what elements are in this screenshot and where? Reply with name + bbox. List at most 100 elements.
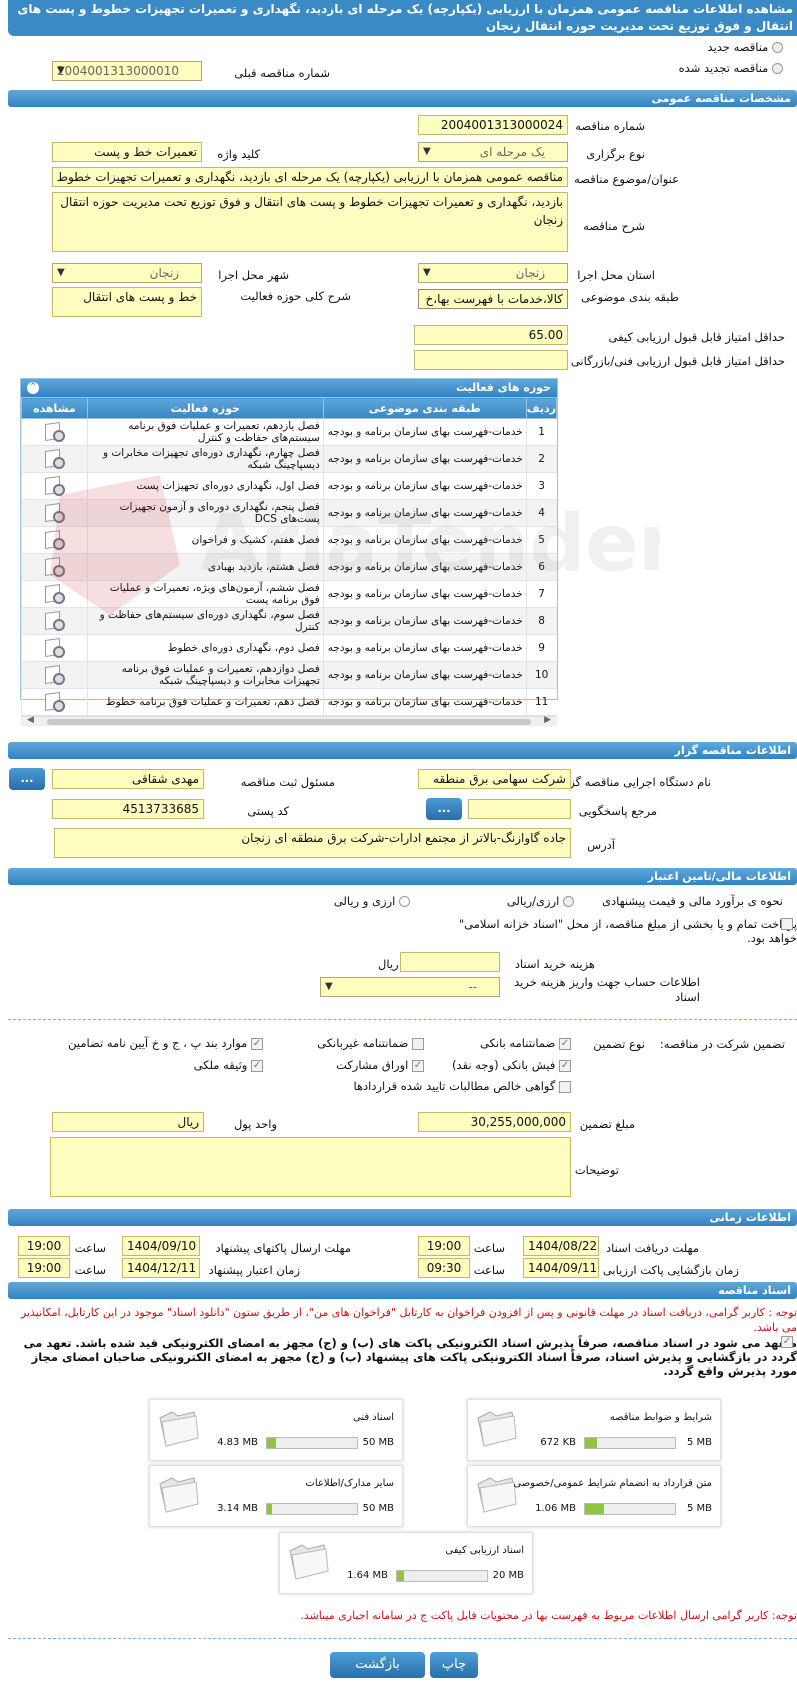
- opt-rial[interactable]: ارزی/ریالی: [507, 894, 574, 908]
- document-name: شرایط و ضوابط مناقصه: [609, 1412, 712, 1423]
- responsible-lookup-button[interactable]: ...: [9, 768, 45, 790]
- document-max-size: 20 MB: [492, 1570, 524, 1581]
- valid-time-field[interactable]: 19:00: [18, 1258, 70, 1278]
- min-tech-field[interactable]: [414, 350, 568, 370]
- table-row: 9 خدمات-فهرست بهای سازمان برنامه و بودجه ف…: [21, 634, 557, 662]
- category-field[interactable]: کالا،خدمات با فهرست بها،خ: [418, 289, 568, 309]
- submit-time-field[interactable]: 19:00: [18, 1236, 70, 1256]
- renewed-tender-option[interactable]: مناقصه تجدید شده: [679, 61, 783, 75]
- row-number: 5: [525, 526, 557, 554]
- scroll-right-icon[interactable]: ▶: [544, 715, 551, 725]
- org-field[interactable]: شرکت سهامی برق منطقه: [418, 769, 571, 789]
- radio-icon: [772, 63, 783, 74]
- document-size: 1.06 MB: [535, 1503, 576, 1514]
- row-field: فصل یازدهم، تعمیرات و عملیات فوق برنامه …: [86, 418, 324, 446]
- scroll-thumb[interactable]: [47, 719, 531, 725]
- g-article: ✓ موارد بند پ ، ج و خ آیین نامه تضامین: [68, 1036, 263, 1050]
- new-tender-option[interactable]: مناقصه جدید: [708, 40, 783, 54]
- notes-field[interactable]: [50, 1137, 571, 1197]
- row-number: 8: [525, 607, 557, 635]
- keyword-field[interactable]: تعمیرات خط و پست: [52, 142, 202, 162]
- magnifier-icon: [43, 530, 66, 550]
- chevron-down-icon: ▼: [423, 267, 431, 278]
- reference-field[interactable]: [468, 799, 571, 819]
- document-size: 1.64 MB: [347, 1570, 388, 1581]
- open-date-field[interactable]: 1404/09/11: [523, 1258, 599, 1278]
- document-card[interactable]: اسناد ارزیابی کیفی 20 MB 1.64 MB: [279, 1532, 533, 1594]
- horizontal-scrollbar[interactable]: ◀ ▶: [21, 715, 557, 726]
- account-select[interactable]: ▼ --: [320, 977, 500, 997]
- prev-number-select[interactable]: ▼ 2004001313000010: [52, 61, 202, 81]
- row-number: 7: [525, 580, 557, 608]
- row-category: خدمات-فهرست بهای سازمان برنامه و بودجه: [322, 526, 527, 554]
- view-button[interactable]: [21, 445, 88, 473]
- table-row: 7 خدمات-فهرست بهای سازمان برنامه و بودجه ف…: [21, 580, 557, 608]
- reference-lookup-button[interactable]: ...: [426, 798, 462, 820]
- folder-icon: [477, 1411, 517, 1447]
- view-button[interactable]: [21, 526, 88, 554]
- responsible-field[interactable]: مهدی شقاقی: [52, 769, 204, 789]
- document-card[interactable]: سایر مدارک/اطلاعات 50 MB 3.14 MB: [149, 1465, 403, 1527]
- view-button[interactable]: [21, 634, 88, 662]
- folder-icon: [477, 1477, 517, 1513]
- desc-field[interactable]: بازدید، نگهداری و تعمیرات تجهیزات خطوط و…: [52, 192, 568, 252]
- print-button[interactable]: چاپ: [430, 1652, 478, 1678]
- currency-field[interactable]: ریال: [52, 1112, 204, 1132]
- upload-progress-bar: [584, 1503, 676, 1515]
- checkbox-checked-icon: ✓: [781, 1336, 793, 1348]
- treasury-text: پرداخت تمام و یا بخشی از مبلغ مناقصه، از…: [458, 917, 797, 945]
- view-button[interactable]: [21, 580, 88, 608]
- view-button[interactable]: [21, 553, 88, 581]
- view-button[interactable]: [21, 472, 88, 500]
- chevron-down-icon: ▼: [57, 267, 65, 278]
- scroll-left-icon[interactable]: ◀: [27, 715, 34, 725]
- submit-time-label: ساعت: [74, 1241, 106, 1255]
- table-row: 4 خدمات-فهرست بهای سازمان برنامه و بودجه ف…: [21, 499, 557, 527]
- view-button[interactable]: [21, 418, 88, 446]
- row-field: فصل هفتم، کشیک و فراخوان: [86, 526, 324, 554]
- province-select[interactable]: ▼ زنجان: [418, 263, 568, 283]
- doc-cost-field[interactable]: [400, 952, 500, 972]
- number-field[interactable]: 2004001313000024: [418, 115, 568, 135]
- collapse-icon[interactable]: ⌃: [27, 382, 39, 394]
- folder-icon: [159, 1411, 199, 1447]
- magnifier-icon: [43, 422, 66, 442]
- treasury-row[interactable]: پرداخت تمام و یا بخشی از مبلغ مناقصه، از…: [437, 917, 797, 945]
- chevron-down-icon: ▼: [423, 146, 431, 157]
- subject-label: عنوان/موضوع مناقصه: [574, 172, 679, 186]
- document-card[interactable]: متن قرارداد به انضمام شرایط عمومی/خصوصی 5…: [467, 1465, 721, 1527]
- back-button[interactable]: بازگشت: [330, 1652, 425, 1678]
- min-quality-field[interactable]: 65.00: [414, 325, 568, 345]
- receive-time-field[interactable]: 19:00: [418, 1236, 470, 1256]
- activity-desc-field[interactable]: خط و پست های انتقال: [52, 287, 202, 317]
- commit-text: متعهد می شود در اسناد مناقصه، صرفاً پذیر…: [23, 1336, 797, 1378]
- subject-field[interactable]: مناقصه عمومی همزمان با ارزیابی (یکپارچه)…: [52, 167, 568, 187]
- postal-field[interactable]: 4513733685: [52, 799, 204, 819]
- view-button[interactable]: [21, 607, 88, 635]
- type-select[interactable]: ▼ یک مرحله ای: [418, 142, 568, 162]
- row-number: 2: [525, 445, 557, 473]
- view-button[interactable]: [21, 661, 88, 689]
- open-time-field[interactable]: 09:30: [418, 1258, 470, 1278]
- view-button[interactable]: [21, 499, 88, 527]
- download-note: توجه : کاربر گرامی، دریافت اسناد در مهلت…: [20, 1306, 797, 1334]
- view-button[interactable]: [21, 688, 88, 716]
- guarantee-label: تضمین شرکت در مناقصه:: [659, 1037, 785, 1051]
- table-row: 1 خدمات-فهرست بهای سازمان برنامه و بودجه ف…: [21, 418, 557, 446]
- document-name: سایر مدارک/اطلاعات: [305, 1478, 394, 1489]
- submit-date-field[interactable]: 1404/09/10: [122, 1236, 200, 1256]
- account-label: اطلاعات حساب جهت واریز هزینه خرید اسناد: [514, 975, 700, 1004]
- address-field[interactable]: جاده گاوازنگ-بالاتر از مجتمع ادارات-شرکت…: [54, 828, 571, 858]
- checkbox-icon[interactable]: [781, 918, 793, 930]
- receive-date-field[interactable]: 1404/08/22: [523, 1236, 599, 1256]
- document-card[interactable]: شرایط و ضوابط مناقصه 5 MB 672 KB: [467, 1399, 721, 1461]
- row-field: فصل ششم، آزمون‌های ویژه، تعمیرات و عملیا…: [86, 580, 324, 608]
- document-card[interactable]: اسناد فنی 50 MB 4.83 MB: [149, 1399, 403, 1461]
- magnifier-icon: [43, 611, 66, 631]
- document-size: 672 KB: [540, 1437, 576, 1448]
- amount-label: مبلغ تضمین: [579, 1117, 635, 1131]
- valid-date-field[interactable]: 1404/12/11: [122, 1258, 200, 1278]
- amount-field[interactable]: 30,255,000,000: [418, 1112, 571, 1132]
- city-select[interactable]: ▼ زنجان: [52, 263, 202, 283]
- opt-fx[interactable]: ارزی و ریالی: [334, 894, 410, 908]
